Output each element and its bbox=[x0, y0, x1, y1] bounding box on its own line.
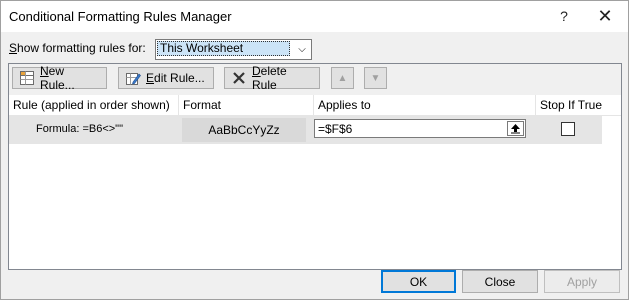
help-button[interactable]: ? bbox=[549, 5, 579, 27]
new-rule-icon bbox=[19, 70, 35, 86]
column-header-format: Format bbox=[179, 95, 314, 115]
rules-toolbar: New Rule... Edit Rule... Delete Rule ▲ ▼ bbox=[9, 64, 621, 96]
collapse-dialog-button[interactable] bbox=[507, 121, 524, 136]
applies-to-value: =$F$6 bbox=[318, 122, 353, 136]
delete-rule-button[interactable]: Delete Rule bbox=[224, 64, 320, 92]
delete-rule-label: Delete Rule bbox=[252, 64, 287, 92]
close-button[interactable]: Close bbox=[462, 270, 538, 293]
applies-to-input[interactable]: =$F$6 bbox=[314, 119, 526, 138]
stop-if-true-checkbox[interactable] bbox=[561, 122, 575, 136]
new-rule-button[interactable]: New Rule... bbox=[12, 64, 107, 92]
show-rules-label: Show formatting rules for: bbox=[9, 41, 146, 55]
close-window-button[interactable]: ✕ bbox=[590, 5, 620, 27]
edit-rule-button[interactable]: Edit Rule... bbox=[118, 67, 214, 89]
rules-panel: New Rule... Edit Rule... Delete Rule ▲ ▼… bbox=[8, 63, 622, 270]
table-row[interactable]: Formula: =B6<>"" AaBbCcYyZz =$F$6 bbox=[9, 116, 602, 144]
column-header-stop-if-true: Stop If True bbox=[540, 98, 603, 112]
ok-button[interactable]: OK bbox=[381, 270, 456, 293]
column-header-rule: Rule (applied in order shown) bbox=[9, 95, 179, 115]
format-preview: AaBbCcYyZz bbox=[182, 118, 306, 142]
arrow-up-icon: ▲ bbox=[337, 72, 348, 84]
title-bar: Conditional Formatting Rules Manager ? ✕ bbox=[1, 1, 628, 32]
rule-formula: Formula: =B6<>"" bbox=[36, 123, 123, 135]
rules-manager-dialog: Conditional Formatting Rules Manager ? ✕… bbox=[0, 0, 629, 300]
apply-button[interactable]: Apply bbox=[544, 270, 620, 293]
rules-table-header: Rule (applied in order shown) Format App… bbox=[9, 95, 621, 116]
delete-x-icon bbox=[231, 70, 247, 86]
chevron-down-icon[interactable]: ⌵ bbox=[293, 40, 311, 59]
collapse-arrow-icon bbox=[511, 124, 520, 134]
column-header-applies-to: Applies to bbox=[314, 95, 536, 115]
arrow-down-icon: ▼ bbox=[370, 72, 381, 84]
show-rules-selected-value: This Worksheet bbox=[157, 41, 290, 56]
new-rule-label: New Rule... bbox=[40, 64, 75, 92]
edit-rule-icon bbox=[125, 70, 141, 86]
move-down-button[interactable]: ▼ bbox=[364, 67, 387, 89]
edit-rule-label: Edit Rule... bbox=[146, 71, 205, 85]
show-rules-dropdown[interactable]: This Worksheet ⌵ bbox=[155, 39, 312, 60]
move-up-button[interactable]: ▲ bbox=[331, 67, 354, 89]
dialog-title: Conditional Formatting Rules Manager bbox=[9, 9, 232, 24]
